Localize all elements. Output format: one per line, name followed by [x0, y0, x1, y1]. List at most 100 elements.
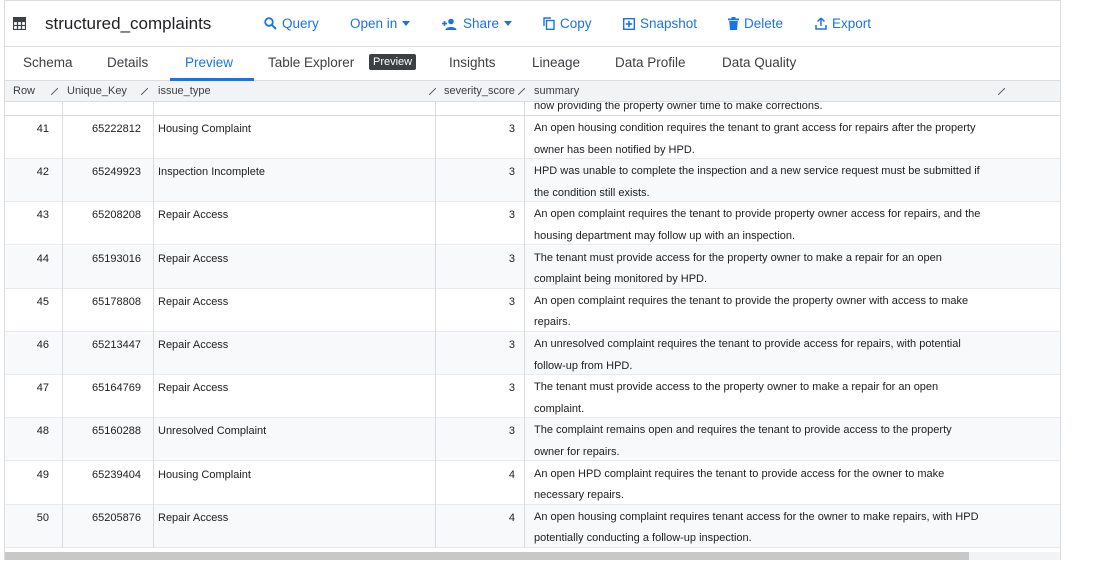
- delete-label: Delete: [744, 16, 784, 31]
- table-row[interactable]: 48 65160288 Unresolved Complaint 3 The compl…: [5, 418, 1060, 463]
- unique-key-cell[interactable]: 65213447: [58, 339, 150, 351]
- row-number-cell[interactable]: 46: [5, 339, 58, 351]
- summary-cell[interactable]: An unresolved complaint requires the ten…: [534, 334, 982, 377]
- severity-score-cell[interactable]: 3: [436, 425, 522, 437]
- severity-score-cell[interactable]: 3: [436, 166, 522, 178]
- query-button[interactable]: Query: [264, 16, 319, 31]
- chevron-down-icon: [504, 21, 513, 26]
- summary-cell[interactable]: An open complaint requires the tenant to…: [534, 291, 982, 334]
- column-header-issue-type[interactable]: issue_type: [158, 85, 211, 97]
- table-row[interactable]: 49 65239404 Housing Complaint 4 An open HPD …: [5, 462, 1060, 507]
- row-number-cell[interactable]: 42: [5, 166, 58, 178]
- summary-cell[interactable]: An open housing condition requires the t…: [534, 118, 982, 161]
- tab-lineage[interactable]: Lineage: [532, 55, 580, 70]
- unique-key-cell[interactable]: 65160288: [58, 425, 150, 437]
- issue-type-cell[interactable]: Repair Access: [158, 253, 428, 265]
- trash-icon: [728, 17, 739, 30]
- severity-score-cell[interactable]: 3: [436, 296, 522, 308]
- severity-score-cell[interactable]: 4: [436, 469, 522, 481]
- tab-preview[interactable]: Preview: [185, 55, 233, 70]
- resize-handle-icon[interactable]: [141, 88, 148, 95]
- issue-type-cell[interactable]: Repair Access: [158, 209, 428, 221]
- issue-type-cell[interactable]: Inspection Incomplete: [158, 166, 428, 178]
- snapshot-button[interactable]: Snapshot: [623, 16, 697, 31]
- table-row[interactable]: 50 65205876 Repair Access 4 An open housing …: [5, 504, 1060, 548]
- severity-score-cell[interactable]: 4: [436, 512, 522, 524]
- resize-handle-icon[interactable]: [429, 88, 436, 95]
- summary-cell[interactable]: HPD was unable to complete the inspectio…: [534, 161, 982, 204]
- tab-insights[interactable]: Insights: [449, 55, 496, 70]
- copy-button[interactable]: Copy: [543, 16, 592, 31]
- row-number-cell[interactable]: 50: [5, 512, 58, 524]
- table-row[interactable]: 43 65208208 Repair Access 3 An open complain…: [5, 202, 1060, 247]
- column-divider: [153, 102, 154, 548]
- unique-key-cell[interactable]: 65178808: [58, 296, 150, 308]
- unique-key-cell[interactable]: 65249923: [58, 166, 150, 178]
- column-header-unique-key[interactable]: Unique_Key: [67, 85, 127, 97]
- severity-score-cell[interactable]: 3: [436, 253, 522, 265]
- severity-score-cell[interactable]: 3: [436, 382, 522, 394]
- unique-key-cell[interactable]: 65239404: [58, 469, 150, 481]
- table-row[interactable]: 41 65222812 Housing Complaint 3 An open hous…: [5, 116, 1060, 161]
- row-number-cell[interactable]: 41: [5, 123, 58, 135]
- table-icon: [13, 17, 26, 30]
- copy-icon: [543, 17, 555, 30]
- horizontal-scrollbar-thumb[interactable]: [5, 552, 969, 560]
- table-row[interactable]: 44 65193016 Repair Access 3 The tenant must …: [5, 245, 1060, 291]
- column-header-summary[interactable]: summary: [534, 85, 579, 97]
- unique-key-cell[interactable]: 65222812: [58, 123, 150, 135]
- column-header-severity-score[interactable]: severity_score: [444, 85, 515, 97]
- tab-details[interactable]: Details: [107, 55, 148, 70]
- issue-type-cell[interactable]: Housing Complaint: [158, 469, 428, 481]
- chevron-down-icon: [402, 21, 411, 26]
- tab-schema[interactable]: Schema: [23, 55, 73, 70]
- summary-cell[interactable]: An open HPD complaint requires the tenan…: [534, 464, 982, 507]
- summary-cell[interactable]: An open complaint requires the tenant to…: [534, 204, 982, 247]
- preview-badge: Preview: [369, 54, 417, 70]
- tab-data-profile[interactable]: Data Profile: [615, 55, 686, 70]
- table-row[interactable]: 46 65213447 Repair Access 3 An unresolved co…: [5, 332, 1060, 377]
- summary-cell[interactable]: The tenant must provide access for the p…: [534, 248, 982, 291]
- row-number-cell[interactable]: 49: [5, 469, 58, 481]
- issue-type-cell[interactable]: Unresolved Complaint: [158, 425, 428, 437]
- issue-type-cell[interactable]: Repair Access: [158, 296, 428, 308]
- row-number-cell[interactable]: 47: [5, 382, 58, 394]
- share-button[interactable]: Share: [442, 16, 513, 31]
- summary-cell[interactable]: The complaint remains open and requires …: [534, 420, 982, 463]
- query-label: Query: [282, 16, 319, 31]
- table-row[interactable]: 47 65164769 Repair Access 3 The tenant must …: [5, 375, 1060, 420]
- resize-handle-icon[interactable]: [998, 88, 1005, 95]
- table-row[interactable]: 45 65178808 Repair Access 3 An open complain…: [5, 289, 1060, 334]
- summary-cell[interactable]: The tenant must provide access to the pr…: [534, 377, 982, 420]
- unique-key-cell[interactable]: 65164769: [58, 382, 150, 394]
- tab-data-quality[interactable]: Data Quality: [722, 55, 796, 70]
- export-label: Export: [832, 16, 872, 31]
- tab-table-explorer[interactable]: Table Explorer: [268, 55, 354, 70]
- row-number-cell[interactable]: 44: [5, 253, 58, 265]
- row-number-cell[interactable]: 45: [5, 296, 58, 308]
- export-button[interactable]: Export: [815, 16, 871, 31]
- table-row-partial[interactable]: now providing the property owner time to…: [5, 102, 1060, 116]
- unique-key-cell[interactable]: 65205876: [58, 512, 150, 524]
- table-row[interactable]: 42 65249923 Inspection Incomplete 3 HPD was …: [5, 159, 1060, 204]
- severity-score-cell[interactable]: 3: [436, 339, 522, 351]
- severity-score-cell[interactable]: 3: [436, 123, 522, 135]
- summary-cell[interactable]: An open housing complaint requires tenan…: [534, 507, 982, 548]
- issue-type-cell[interactable]: Repair Access: [158, 512, 428, 524]
- delete-button[interactable]: Delete: [728, 16, 783, 31]
- share-label: Share: [463, 16, 500, 31]
- open-in-button[interactable]: Open in: [350, 16, 411, 31]
- row-number-cell[interactable]: 43: [5, 209, 58, 221]
- resize-handle-icon[interactable]: [518, 88, 525, 95]
- row-number-cell[interactable]: 48: [5, 425, 58, 437]
- issue-type-cell[interactable]: Repair Access: [158, 382, 428, 394]
- unique-key-cell[interactable]: 65193016: [58, 253, 150, 265]
- unique-key-cell[interactable]: 65208208: [58, 209, 150, 221]
- toolbar: structured_complaints Query Open in Shar…: [5, 1, 1060, 47]
- severity-score-cell[interactable]: 3: [436, 209, 522, 221]
- resize-handle-icon[interactable]: [51, 88, 58, 95]
- column-header-row[interactable]: Row: [13, 85, 35, 97]
- copy-label: Copy: [560, 16, 592, 31]
- issue-type-cell[interactable]: Housing Complaint: [158, 123, 428, 135]
- issue-type-cell[interactable]: Repair Access: [158, 339, 428, 351]
